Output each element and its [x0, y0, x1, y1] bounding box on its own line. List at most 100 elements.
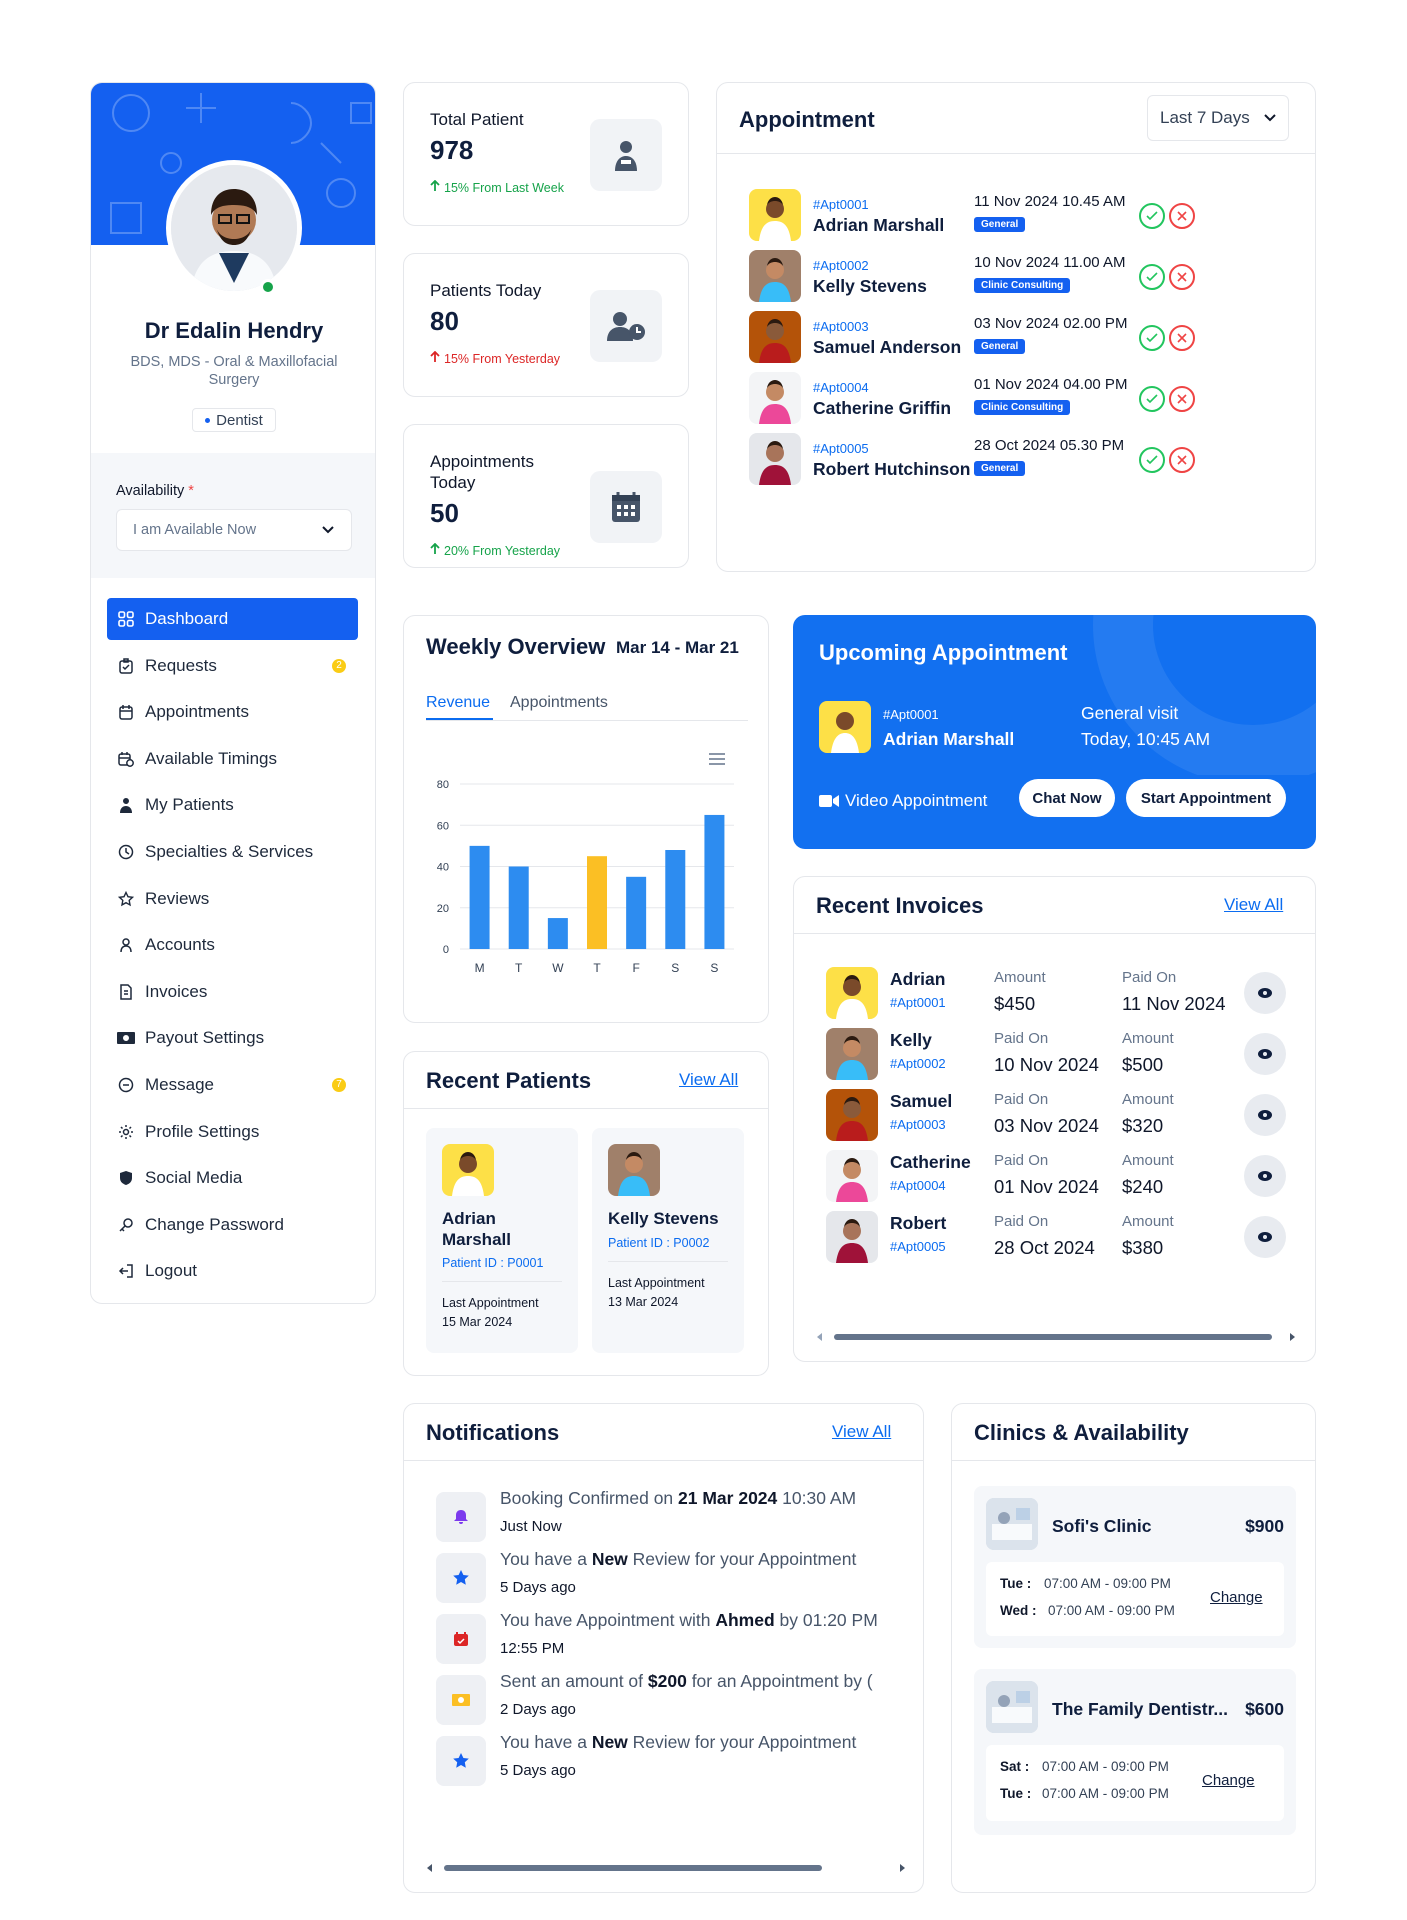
notifications-view-all-link[interactable]: View All — [832, 1422, 891, 1442]
chart-y-tick-label: 80 — [437, 779, 449, 791]
invoices-scrollbar[interactable] — [816, 1329, 1296, 1341]
appointment-row[interactable]: #Apt0004 Catherine Griffin 01 Nov 2024 04.… — [749, 372, 1289, 428]
chevron-down-icon — [1264, 114, 1276, 122]
accept-appointment-button[interactable] — [1139, 264, 1165, 290]
reject-appointment-button[interactable] — [1169, 386, 1195, 412]
invoice-col2-value: $500 — [1122, 1054, 1164, 1075]
appointments-filter-dropdown[interactable]: Last 7 Days — [1147, 95, 1289, 141]
availability-select[interactable]: I am Available Now — [116, 509, 352, 551]
chat-now-button[interactable]: Chat Now — [1019, 779, 1115, 817]
accept-appointment-button[interactable] — [1139, 203, 1165, 229]
appointment-id: #Apt0003 — [813, 319, 869, 334]
appointment-id: #Apt0005 — [813, 441, 869, 456]
reject-appointment-button[interactable] — [1169, 203, 1195, 229]
sidebar-item-dashboard[interactable]: Dashboard — [107, 598, 358, 640]
recent-patients-view-all-link[interactable]: View All — [679, 1070, 738, 1090]
invoices-view-all-link[interactable]: View All — [1224, 895, 1283, 915]
appointment-row[interactable]: #Apt0002 Kelly Stevens 10 Nov 2024 11.00 A… — [749, 250, 1289, 306]
clinics-availability-card: Clinics & Availability Sofi's Clinic $900… — [951, 1403, 1316, 1893]
notification-item[interactable]: Booking Confirmed on 21 Mar 2024 10:30 A… — [436, 1488, 906, 1548]
appointment-row[interactable]: #Apt0001 Adrian Marshall 11 Nov 2024 10.45… — [749, 189, 1289, 245]
calendar-clock-icon — [117, 750, 135, 768]
appointment-row[interactable]: #Apt0005 Robert Hutchinson 28 Oct 2024 05.… — [749, 433, 1289, 489]
chart-bar — [665, 850, 686, 949]
invoice-col2-value: $320 — [1122, 1115, 1164, 1136]
sidebar-item-appointments[interactable]: Appointments — [107, 691, 358, 733]
stat-change: 15% From Last Week — [430, 179, 564, 195]
schedule-time: 07:00 AM - 09:00 PM — [1044, 1576, 1171, 1591]
sidebar-item-invoices[interactable]: Invoices — [107, 971, 358, 1013]
patient-icon — [590, 119, 662, 191]
view-invoice-button[interactable] — [1244, 1033, 1286, 1075]
notification-time: 2 Days ago — [500, 1701, 576, 1718]
chart-y-tick-label: 20 — [437, 903, 449, 915]
upcoming-visit-type: General visit — [1081, 703, 1179, 723]
invoice-col1-label: Amount — [994, 969, 1046, 986]
view-invoice-button[interactable] — [1244, 1216, 1286, 1258]
sidebar-item-profile-settings[interactable]: Profile Settings — [107, 1111, 358, 1153]
view-invoice-button[interactable] — [1244, 1155, 1286, 1197]
sidebar-item-payout-settings[interactable]: Payout Settings — [107, 1017, 358, 1059]
upcoming-title: Upcoming Appointment — [819, 640, 1068, 665]
clinic-price: $900 — [1245, 1516, 1284, 1536]
tab-appointments[interactable]: Appointments — [510, 694, 608, 712]
recent-patient-card[interactable]: Adrian Marshall Patient ID : P0001 Last Ap… — [426, 1128, 578, 1353]
invoice-col1-value: 10 Nov 2024 — [994, 1054, 1099, 1075]
clinic-name: The Family Dentistr... — [1052, 1699, 1229, 1719]
sidebar-item-reviews[interactable]: Reviews — [107, 878, 358, 920]
notification-time: 12:55 PM — [500, 1640, 565, 1657]
chart-x-tick-label: F — [632, 961, 639, 975]
appointment-patient-name: Kelly Stevens — [813, 276, 927, 296]
accept-appointment-button[interactable] — [1139, 447, 1165, 473]
invoice-col1-value: 03 Nov 2024 — [994, 1115, 1099, 1136]
reject-appointment-button[interactable] — [1169, 447, 1195, 473]
notification-item[interactable]: Sent an amount of $200 for an Appointmen… — [436, 1671, 906, 1731]
accept-appointment-button[interactable] — [1139, 386, 1165, 412]
notification-item[interactable]: You have Appointment with Ahmed by 01:20… — [436, 1610, 906, 1670]
sidebar-item-badge: 2 — [332, 658, 346, 673]
grid-icon — [117, 610, 135, 628]
start-appointment-button[interactable]: Start Appointment — [1126, 779, 1286, 817]
appointment-patient-name: Robert Hutchinson — [813, 459, 971, 479]
sidebar-item-logout[interactable]: Logout — [107, 1250, 358, 1292]
appointment-row[interactable]: #Apt0003 Samuel Anderson 03 Nov 2024 02.00… — [749, 311, 1289, 367]
view-invoice-button[interactable] — [1244, 1094, 1286, 1136]
notifications-scrollbar[interactable] — [426, 1860, 906, 1872]
sidebar-item-change-password[interactable]: Change Password — [107, 1204, 358, 1246]
sidebar-item-message[interactable]: Message 7 — [107, 1064, 358, 1106]
change-schedule-link[interactable]: Change — [1210, 1589, 1263, 1606]
invoice-col1-value: $450 — [994, 993, 1036, 1014]
sidebar-item-accounts[interactable]: Accounts — [107, 924, 358, 966]
chart-menu-icon[interactable] — [708, 752, 726, 766]
notification-item[interactable]: You have a New Review for your Appointme… — [436, 1549, 906, 1609]
change-schedule-link[interactable]: Change — [1202, 1772, 1255, 1789]
sidebar-item-label: Appointments — [145, 702, 249, 722]
sidebar-item-requests[interactable]: Requests 2 — [107, 645, 358, 687]
tab-revenue[interactable]: Revenue — [426, 694, 490, 712]
clinic-price: $600 — [1245, 1699, 1284, 1719]
reject-appointment-button[interactable] — [1169, 264, 1195, 290]
accept-appointment-button[interactable] — [1139, 325, 1165, 351]
patient-icon — [117, 796, 135, 814]
stat-card-total-patient: Total Patient 978 15% From Last Week — [403, 82, 689, 226]
chart-x-tick-label: W — [552, 961, 564, 975]
sidebar-item-my-patients[interactable]: My Patients — [107, 784, 358, 826]
weekly-range: Mar 14 - Mar 21 — [616, 638, 739, 657]
patient-clock-icon — [590, 290, 662, 362]
eye-icon — [1258, 1232, 1272, 1242]
last-appointment-label: Last Appointment — [608, 1276, 705, 1290]
sidebar-item-social-media[interactable]: Social Media — [107, 1157, 358, 1199]
sidebar-item-available-timings[interactable]: Available Timings — [107, 738, 358, 780]
divider — [404, 1460, 923, 1461]
view-invoice-button[interactable] — [1244, 972, 1286, 1014]
sidebar-item-specialties-services[interactable]: Specialties & Services — [107, 831, 358, 873]
close-icon — [1177, 394, 1187, 404]
reject-appointment-button[interactable] — [1169, 325, 1195, 351]
stat-value: 50 — [430, 498, 459, 528]
appointment-type-badge: Clinic Consulting — [974, 278, 1071, 293]
chart-y-tick-label: 60 — [437, 820, 449, 832]
appointment-patient-name: Samuel Anderson — [813, 337, 962, 357]
recent-patient-card[interactable]: Kelly Stevens Patient ID : P0002 Last Appo… — [592, 1128, 744, 1353]
shield-icon — [117, 1169, 135, 1187]
notification-item[interactable]: You have a New Review for your Appointme… — [436, 1732, 906, 1792]
